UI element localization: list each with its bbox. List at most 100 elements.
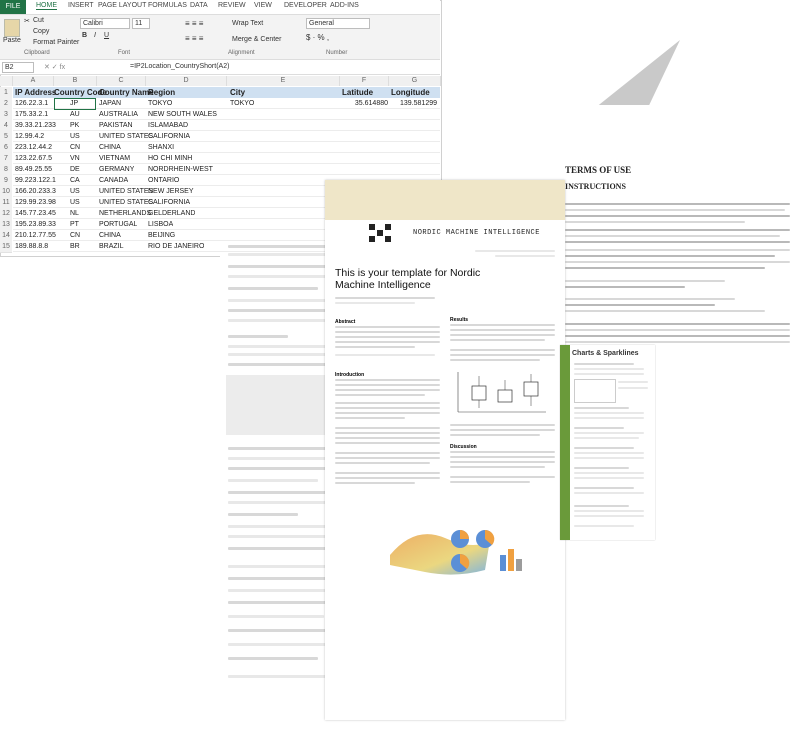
column-header[interactable]: B [54,76,97,86]
table-cell[interactable]: PORTUGAL [99,219,137,230]
table-cell[interactable]: HO CHI MINH [148,153,192,164]
table-cell[interactable]: 175.33.2.1 [15,109,48,120]
table-cell[interactable]: AUSTRALIA [99,109,138,120]
table-cell[interactable]: NETHERLANDS [99,208,151,219]
tab-developer[interactable]: DEVELOPER [284,2,327,9]
table-cell[interactable]: NEW SOUTH WALES [148,109,217,120]
column-header[interactable]: A [13,76,54,86]
format-painter-button[interactable]: Format Painter [33,39,79,46]
table-cell[interactable]: 99.223.122.1 [15,175,56,186]
tab-insert[interactable]: INSERT [68,2,94,9]
table-cell[interactable]: GELDERLAND [148,208,195,219]
table-cell[interactable]: CALIFORNIA [148,197,190,208]
table-cell[interactable]: 195.23.89.33 [15,219,56,230]
table-cell[interactable]: DE [70,164,80,175]
table-cell[interactable]: TOKYO [148,98,172,109]
table-cell[interactable]: BR [70,241,80,252]
table-cell[interactable] [391,142,437,153]
paste-button[interactable]: Paste [3,37,21,44]
name-box[interactable]: B2 [2,62,34,73]
currency-icon[interactable]: $ · % , [306,33,329,42]
underline-button[interactable]: U [104,32,109,39]
table-cell[interactable] [342,164,388,175]
tab-file[interactable]: FILE [0,0,26,14]
table-cell[interactable]: 210.12.77.55 [15,230,56,241]
table-cell[interactable]: UNITED STATES [99,131,153,142]
column-header[interactable]: D [146,76,227,86]
align-icon[interactable]: ≡ ≡ ≡ [185,19,203,28]
table-cell[interactable]: CALIFORNIA [148,131,190,142]
table-cell[interactable]: 123.22.67.5 [15,153,52,164]
table-cell[interactable]: UNITED STATES [99,186,153,197]
font-size-select[interactable]: 11 [132,18,150,29]
table-cell[interactable]: PAKISTAN [99,120,133,131]
table-cell[interactable]: RIO DE JANEIRO [148,241,204,252]
tab-home[interactable]: HOME [36,2,57,10]
column-header[interactable]: F [340,76,389,86]
table-cell[interactable]: 12.99.4.2 [15,131,44,142]
font-name-select[interactable]: Calibri [80,18,130,29]
row-header[interactable]: 15 [0,241,12,253]
table-cell[interactable]: 139.581299 [391,98,437,109]
table-cell[interactable]: CN [70,230,80,241]
table-cell[interactable]: 223.12.44.2 [15,142,52,153]
cut-button[interactable]: Cut [33,17,44,24]
table-cell[interactable]: 166.20.233.3 [15,186,56,197]
formula-input[interactable]: =IP2Location_CountryShort(A2) [130,63,229,70]
table-cell[interactable]: NORDRHEIN-WEST [148,164,213,175]
table-cell[interactable]: CANADA [99,175,128,186]
table-cell[interactable]: UNITED STATES [99,197,153,208]
tab-data[interactable]: DATA [190,2,208,9]
table-cell[interactable] [342,109,388,120]
table-cell[interactable]: PT [70,219,79,230]
tab-review[interactable]: REVIEW [218,2,246,9]
table-cell[interactable] [391,120,437,131]
table-cell[interactable]: CA [70,175,80,186]
table-cell[interactable]: NEW JERSEY [148,186,194,197]
table-cell[interactable] [342,142,388,153]
column-header[interactable]: G [389,76,441,86]
align-bottom-icon[interactable]: ≡ ≡ ≡ [185,34,203,43]
table-cell[interactable]: 39.33.21.233 [15,120,56,131]
table-cell[interactable]: 35.614880 [342,98,388,109]
table-cell[interactable]: SHANXI [148,142,174,153]
table-cell[interactable]: BRAZIL [99,241,124,252]
table-cell[interactable]: PK [70,120,79,131]
table-cell[interactable]: CN [70,142,80,153]
table-cell[interactable]: CHINA [99,230,121,241]
table-cell[interactable]: AU [70,109,80,120]
table-cell[interactable]: US [70,186,80,197]
table-cell[interactable]: US [70,197,80,208]
wrap-text-button[interactable]: Wrap Text [232,20,263,27]
tab-formulas[interactable]: FORMULAS [148,2,187,9]
table-cell[interactable]: VIETNAM [99,153,130,164]
selected-cell[interactable] [54,98,96,110]
table-cell[interactable]: ISLAMABAD [148,120,188,131]
table-cell[interactable]: TOKYO [230,98,254,109]
italic-button[interactable]: I [94,32,96,39]
table-cell[interactable]: BEIJING [148,230,175,241]
bold-button[interactable]: B [82,32,87,39]
table-cell[interactable] [342,153,388,164]
tab-view[interactable]: VIEW [254,2,272,9]
table-cell[interactable]: VN [70,153,80,164]
table-cell[interactable]: 126.22.3.1 [15,98,48,109]
table-cell[interactable]: CHINA [99,142,121,153]
merge-center-button[interactable]: Merge & Center [232,36,281,43]
table-cell[interactable]: US [70,131,80,142]
table-cell[interactable] [391,109,437,120]
table-cell[interactable]: ONTARIO [148,175,179,186]
table-cell[interactable] [391,131,437,142]
table-cell[interactable] [391,153,437,164]
tab-add-ins[interactable]: ADD-INS [330,2,359,9]
table-cell[interactable] [391,164,437,175]
table-cell[interactable]: NL [70,208,79,219]
table-cell[interactable]: 189.88.8.8 [15,241,48,252]
table-cell[interactable]: 129.99.23.98 [15,197,56,208]
table-cell[interactable] [342,131,388,142]
table-cell[interactable]: JAPAN [99,98,121,109]
copy-button[interactable]: Copy [33,28,49,35]
table-cell[interactable]: 145.77.23.45 [15,208,56,219]
tab-page-layout[interactable]: PAGE LAYOUT [98,2,146,9]
column-header[interactable]: E [227,76,340,86]
